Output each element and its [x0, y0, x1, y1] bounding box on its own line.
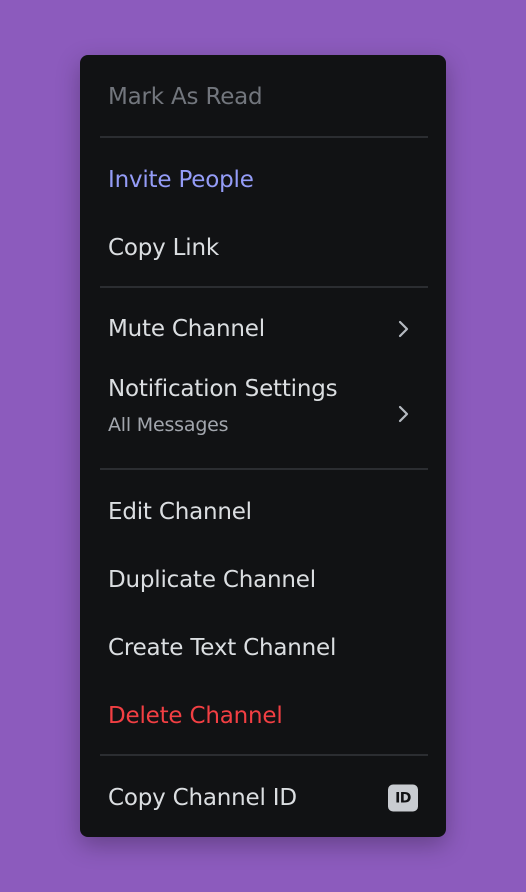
notification-settings-item[interactable]: Notification Settings All Messages: [108, 374, 418, 454]
duplicate-channel-label: Duplicate Channel: [108, 567, 316, 593]
delete-channel-item[interactable]: Delete Channel: [108, 694, 418, 738]
copy-channel-id-item[interactable]: Copy Channel ID ID: [108, 776, 418, 820]
notification-settings-value: All Messages: [108, 414, 229, 436]
invite-people-item[interactable]: Invite People: [108, 158, 418, 202]
edit-channel-item[interactable]: Edit Channel: [108, 490, 418, 534]
copy-channel-id-label: Copy Channel ID: [108, 785, 297, 811]
channel-context-menu: Mark As Read Invite People Copy Link Mut…: [80, 55, 446, 837]
create-text-channel-item[interactable]: Create Text Channel: [108, 626, 418, 670]
mark-as-read-item: Mark As Read: [108, 75, 418, 119]
menu-separator: [100, 754, 428, 756]
mute-channel-item[interactable]: Mute Channel: [108, 307, 418, 351]
edit-channel-label: Edit Channel: [108, 499, 252, 525]
id-badge-icon: ID: [388, 784, 418, 812]
notification-settings-label: Notification Settings: [108, 376, 338, 402]
copy-link-item[interactable]: Copy Link: [108, 226, 418, 270]
chevron-right-icon: [396, 319, 410, 339]
duplicate-channel-item[interactable]: Duplicate Channel: [108, 558, 418, 602]
mark-as-read-label: Mark As Read: [108, 84, 263, 110]
menu-separator: [100, 468, 428, 470]
menu-separator: [100, 136, 428, 138]
copy-link-label: Copy Link: [108, 235, 219, 261]
mute-channel-label: Mute Channel: [108, 316, 265, 342]
invite-people-label: Invite People: [108, 167, 254, 193]
create-text-channel-label: Create Text Channel: [108, 635, 337, 661]
delete-channel-label: Delete Channel: [108, 703, 283, 729]
menu-separator: [100, 286, 428, 288]
chevron-right-icon: [396, 404, 410, 424]
